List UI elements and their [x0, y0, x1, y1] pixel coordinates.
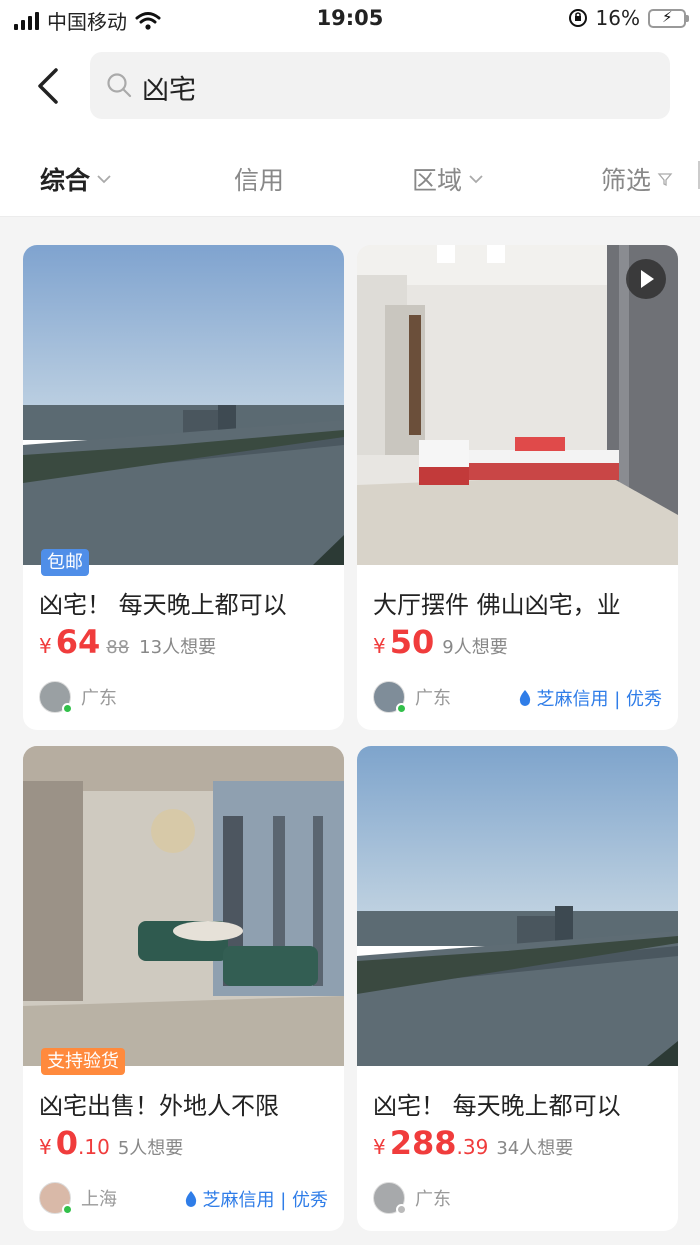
seller-info: 广东	[39, 681, 117, 714]
seller-info: 上海	[39, 1182, 117, 1215]
search-query: 凶宅	[142, 75, 196, 106]
river-icon	[357, 746, 678, 1066]
tab-region[interactable]: 区域	[412, 161, 484, 197]
online-dot	[62, 703, 73, 714]
status-right: 16% ⚡	[568, 6, 689, 30]
location: 广东	[81, 688, 117, 709]
offline-dot	[396, 1204, 407, 1215]
living-room-icon	[357, 245, 678, 565]
tab-filter[interactable]: 筛选	[601, 161, 673, 197]
price: 64	[55, 623, 101, 661]
price: 288	[389, 1124, 457, 1162]
back-arrow-icon[interactable]	[30, 64, 70, 108]
credit-label: 芝麻信用 | 优秀	[536, 689, 662, 710]
search-header: 凶宅	[0, 38, 700, 133]
want-count: 34人想要	[496, 1138, 574, 1159]
avatar[interactable]	[373, 1182, 407, 1215]
want-count: 5人想要	[117, 1138, 184, 1159]
sesame-credit-badge: 芝麻信用 | 优秀	[184, 1186, 328, 1212]
price-row: ¥ 64 88 13人想要	[39, 623, 216, 661]
free-shipping-badge: 包邮	[41, 549, 89, 576]
online-dot	[396, 703, 407, 714]
inspection-badge: 支持验货	[41, 1048, 125, 1075]
avatar[interactable]	[39, 681, 73, 714]
tab-label: 筛选	[601, 166, 652, 195]
price: 50	[389, 623, 435, 661]
orientation-lock-icon	[568, 9, 587, 27]
listing-title: 凶宅！ 每天晚上都可以	[39, 591, 287, 619]
listing-card[interactable]: 包邮 凶宅！ 每天晚上都可以 ¥ 64 88 13人想要 广东	[23, 245, 344, 730]
currency-symbol: ¥	[373, 1135, 386, 1159]
video-play-icon[interactable]	[626, 259, 666, 299]
price-row: ¥ 50 9人想要	[373, 623, 508, 661]
location: 广东	[415, 1189, 451, 1210]
chevron-down-icon	[469, 175, 483, 184]
tab-comprehensive[interactable]: 综合	[40, 161, 112, 197]
battery-icon: ⚡	[648, 8, 689, 28]
hall-icon	[23, 746, 344, 1066]
funnel-icon	[657, 173, 673, 187]
seller-info: 广东	[373, 681, 451, 714]
listing-card[interactable]: 大厅摆件 佛山凶宅，业 ¥ 50 9人想要 广东 芝麻信用 | 优秀	[357, 245, 678, 730]
price-row: ¥ 288 .39 34人想要	[373, 1124, 573, 1162]
location: 广东	[415, 688, 451, 709]
original-price: 88	[106, 637, 130, 658]
chevron-down-icon	[97, 175, 111, 184]
currency-symbol: ¥	[39, 634, 52, 658]
status-bar: 中国移动 19:05 16% ⚡	[0, 0, 700, 38]
credit-label: 芝麻信用 | 优秀	[202, 1190, 328, 1211]
search-input[interactable]: 凶宅	[90, 52, 670, 119]
price-decimal: .39	[456, 1135, 489, 1159]
listing-title: 凶宅出售！外地人不限	[39, 1092, 279, 1120]
tab-label: 信用	[234, 166, 285, 195]
online-dot	[62, 1204, 73, 1215]
want-count: 9人想要	[442, 637, 508, 658]
tab-credit[interactable]: 信用	[234, 161, 284, 197]
listing-card[interactable]: 凶宅！ 每天晚上都可以 ¥ 288 .39 34人想要 广东	[357, 746, 678, 1231]
listing-image	[23, 746, 344, 1066]
river-icon	[23, 245, 344, 565]
currency-symbol: ¥	[39, 1135, 52, 1159]
price: 0	[55, 1124, 78, 1162]
listing-title: 大厅摆件 佛山凶宅，业	[373, 591, 621, 619]
listing-image	[357, 245, 678, 565]
tab-label: 综合	[40, 166, 91, 195]
want-count: 13人想要	[139, 637, 217, 658]
currency-symbol: ¥	[373, 634, 386, 658]
listing-card[interactable]: 支持验货 凶宅出售！外地人不限 ¥ 0 .10 5人想要 上海 芝麻信用 | 优…	[23, 746, 344, 1231]
filter-bar: 综合 信用 区域 筛选	[0, 133, 700, 217]
flame-icon	[520, 690, 531, 706]
seller-info: 广东	[373, 1182, 451, 1215]
listing-image	[23, 245, 344, 565]
tab-label: 区域	[412, 166, 463, 195]
flame-icon	[186, 1191, 197, 1207]
avatar[interactable]	[373, 681, 407, 714]
location: 上海	[81, 1189, 117, 1210]
price-row: ¥ 0 .10 5人想要	[39, 1124, 183, 1162]
listing-title: 凶宅！ 每天晚上都可以	[373, 1092, 621, 1120]
battery-percent: 16%	[595, 6, 640, 30]
price-decimal: .10	[78, 1135, 110, 1159]
sesame-credit-badge: 芝麻信用 | 优秀	[518, 685, 662, 711]
search-icon	[107, 73, 132, 98]
listing-image	[357, 746, 678, 1066]
avatar[interactable]	[39, 1182, 73, 1215]
